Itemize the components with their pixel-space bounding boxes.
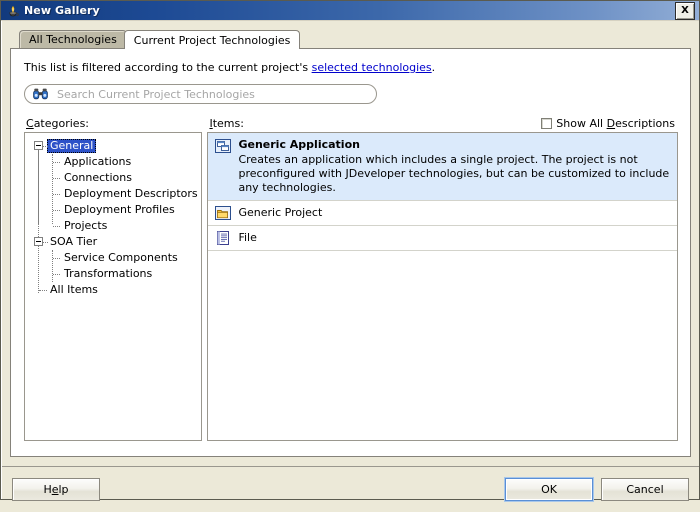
- jdeveloper-lamp-icon: [5, 3, 21, 19]
- tree-item-general[interactable]: General: [25, 138, 201, 154]
- search-placeholder: Search Current Project Technologies: [57, 87, 255, 101]
- help-button[interactable]: Help: [12, 478, 100, 501]
- tree-item-deployment-descriptors-label: Deployment Descriptors: [64, 187, 198, 200]
- tree-item-general-label: General: [47, 139, 97, 153]
- checkbox-box: [541, 118, 553, 129]
- show-all-descriptions-label: Show All Descriptions: [556, 117, 675, 130]
- list-item-title: File: [238, 231, 257, 244]
- categories-pane: Categories: General Applications Connect…: [24, 116, 202, 441]
- categories-listbox[interactable]: General Applications Connections Deploym…: [24, 133, 202, 441]
- tree-item-projects[interactable]: Projects: [25, 218, 201, 234]
- tree-connector: [53, 258, 60, 259]
- tree-connector: [43, 146, 48, 147]
- help-button-label: Help: [43, 483, 69, 496]
- tree-connector: [53, 210, 60, 211]
- tree-item-transformations-label: Transformations: [64, 267, 153, 280]
- categories-header: Categories:: [24, 116, 202, 133]
- items-listbox[interactable]: Generic Application Creates an applicati…: [207, 133, 678, 441]
- folder-icon: [215, 205, 232, 221]
- tree-expander-soa-tier[interactable]: [34, 237, 43, 246]
- list-item-file[interactable]: File: [208, 226, 677, 251]
- close-icon[interactable]: X: [675, 1, 695, 20]
- window-title: New Gallery: [24, 4, 100, 17]
- list-item-generic-project[interactable]: Generic Project: [208, 201, 677, 226]
- application-icon: [215, 138, 232, 154]
- ok-button[interactable]: OK: [505, 478, 593, 501]
- tree-connector: [53, 194, 60, 195]
- tree-item-applications-label: Applications: [64, 155, 132, 168]
- list-item-generic-application[interactable]: Generic Application Creates an applicati…: [208, 133, 677, 201]
- list-item-title: Generic Application: [238, 138, 360, 151]
- dialog-footer: Help OK Cancel: [2, 466, 699, 512]
- selected-technologies-link[interactable]: selected technologies: [312, 61, 432, 74]
- list-item-description: Creates an application which includes a …: [238, 153, 670, 194]
- tree-item-service-components[interactable]: Service Components: [25, 250, 201, 266]
- new-gallery-dialog: New Gallery X All Technologies Current P…: [0, 0, 700, 501]
- list-item-body: Generic Project: [238, 206, 671, 220]
- items-pane: Items: Show All Descriptions Generic App…: [207, 116, 678, 441]
- tree-connector: [53, 274, 60, 275]
- cancel-button[interactable]: Cancel: [601, 478, 689, 501]
- tree-connector: [53, 162, 60, 163]
- ok-button-label: OK: [541, 483, 557, 496]
- panes: Categories: General Applications Connect…: [24, 116, 678, 441]
- items-header-label: Items:: [209, 117, 244, 130]
- tab-current-project-technologies[interactable]: Current Project Technologies: [123, 30, 301, 49]
- list-item-title: Generic Project: [238, 206, 323, 219]
- file-icon: [215, 230, 231, 246]
- filter-note-suffix: .: [431, 61, 436, 74]
- tree-item-all-items[interactable]: All Items: [25, 282, 201, 298]
- tree-item-soa-tier[interactable]: SOA Tier: [25, 234, 201, 250]
- items-header: Items: Show All Descriptions: [207, 116, 678, 133]
- tree-item-transformations[interactable]: Transformations: [25, 266, 201, 282]
- tree-connector: [53, 178, 60, 179]
- filter-note-prefix: This list is filtered according to the c…: [24, 61, 312, 74]
- tree-item-deployment-profiles[interactable]: Deployment Profiles: [25, 202, 201, 218]
- tree-item-soa-tier-label: SOA Tier: [50, 235, 98, 248]
- tree-expander-general[interactable]: [34, 141, 43, 150]
- binoculars-icon: [33, 88, 48, 100]
- tab-all-technologies[interactable]: All Technologies: [19, 30, 127, 48]
- tree-item-projects-label: Projects: [64, 219, 108, 232]
- categories-header-label: Categories:: [26, 117, 90, 130]
- cancel-button-label: Cancel: [626, 483, 664, 496]
- tree-item-all-items-label: All Items: [50, 283, 98, 296]
- list-item-body: Generic Application Creates an applicati…: [238, 138, 671, 195]
- tree-connector: [53, 226, 60, 227]
- tree-item-deployment-descriptors[interactable]: Deployment Descriptors: [25, 186, 201, 202]
- tree-item-connections[interactable]: Connections: [25, 170, 201, 186]
- tree-connector: [39, 290, 47, 291]
- tree-item-applications[interactable]: Applications: [25, 154, 201, 170]
- filter-note: This list is filtered according to the c…: [24, 61, 678, 74]
- title-bar: New Gallery X: [1, 1, 699, 21]
- tab-strip: All Technologies Current Project Technol…: [10, 29, 691, 49]
- tree-connector: [43, 242, 48, 243]
- search-input[interactable]: Search Current Project Technologies: [24, 84, 377, 104]
- categories-tree: General Applications Connections Deploym…: [25, 133, 201, 298]
- tree-item-service-components-label: Service Components: [64, 251, 178, 264]
- tree-item-deployment-profiles-label: Deployment Profiles: [64, 203, 175, 216]
- tab-all-technologies-label: All Technologies: [29, 33, 117, 46]
- tab-current-project-technologies-label: Current Project Technologies: [133, 33, 291, 47]
- list-item-body: File: [238, 231, 671, 245]
- show-all-descriptions-checkbox[interactable]: Show All Descriptions: [541, 117, 677, 130]
- dialog-body: All Technologies Current Project Technol…: [1, 21, 699, 501]
- tab-panel: This list is filtered according to the c…: [10, 48, 691, 457]
- tree-item-connections-label: Connections: [64, 171, 132, 184]
